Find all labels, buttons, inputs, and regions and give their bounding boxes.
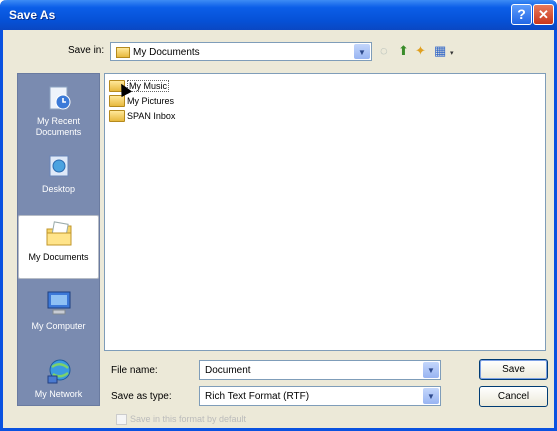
recent-documents-icon — [49, 86, 70, 110]
save-as-type-label: Save as type: — [111, 391, 172, 402]
cancel-button[interactable]: Cancel — [479, 386, 548, 407]
checkbox-label: Save in this format by default — [130, 414, 247, 424]
file-list[interactable]: My Music My Pictures SPAN Inbox — [104, 73, 546, 351]
place-recent-documents[interactable]: My Recent Documents — [18, 84, 99, 138]
dialog-title: Save As — [9, 8, 56, 22]
chevron-down-icon[interactable]: ▼ — [423, 362, 439, 378]
my-computer-icon — [47, 291, 70, 315]
place-label: My Recent Documents — [35, 116, 82, 137]
list-item[interactable]: My Pictures — [109, 95, 174, 110]
place-my-documents[interactable]: My Documents — [18, 215, 99, 279]
close-button[interactable]: ✕ — [533, 4, 554, 25]
my-documents-icon — [46, 221, 71, 246]
my-network-icon — [47, 359, 70, 384]
chevron-down-icon[interactable]: ▼ — [423, 388, 439, 404]
place-desktop[interactable]: Desktop — [18, 152, 99, 195]
list-item[interactable]: SPAN Inbox — [109, 110, 175, 125]
checkbox-box[interactable] — [116, 414, 127, 426]
save-in-value: My Documents — [116, 47, 200, 58]
help-button[interactable]: ? — [511, 4, 532, 25]
default-format-checkbox[interactable]: Save in this format by default — [116, 414, 247, 426]
folder-icon — [109, 95, 125, 107]
save-in-label: Save in: — [68, 45, 105, 56]
place-label: My Network — [34, 389, 83, 399]
back-icon[interactable]: ◌ — [380, 44, 388, 58]
place-my-network[interactable]: My Network — [18, 357, 99, 400]
views-dropdown-icon[interactable]: ▾ — [450, 47, 454, 61]
file-name-value: Document — [205, 365, 251, 376]
places-bar: My Recent Documents Desktop My Documents… — [17, 73, 100, 406]
file-name: My Music — [127, 80, 169, 92]
file-name-label: File name: — [111, 365, 158, 376]
up-folder-icon[interactable]: ⬆ — [398, 44, 409, 58]
desktop-icon — [49, 155, 68, 177]
file-name: SPAN Inbox — [127, 111, 176, 121]
save-as-type-dropdown[interactable]: Rich Text Format (RTF) ▼ — [199, 386, 441, 406]
place-label: My Documents — [28, 252, 89, 262]
file-name-input[interactable]: Document ▼ — [199, 360, 441, 380]
views-menu-icon[interactable]: ▦ — [434, 44, 446, 58]
folder-icon — [109, 110, 125, 122]
place-label: My Computer — [31, 321, 86, 331]
save-button[interactable]: Save — [479, 359, 548, 380]
place-label: Desktop — [41, 184, 76, 194]
save-as-type-value: Rich Text Format (RTF) — [205, 391, 310, 402]
title-bar[interactable]: Save As ? ✕ — [0, 0, 557, 30]
save-in-text: My Documents — [133, 47, 200, 59]
place-my-computer[interactable]: My Computer — [18, 289, 99, 332]
save-in-dropdown[interactable]: My Documents ▼ — [110, 42, 372, 61]
new-folder-icon[interactable]: ✦ — [415, 44, 426, 58]
file-name: My Pictures — [127, 96, 175, 106]
chevron-down-icon[interactable]: ▼ — [354, 44, 370, 59]
folder-icon — [116, 47, 130, 58]
